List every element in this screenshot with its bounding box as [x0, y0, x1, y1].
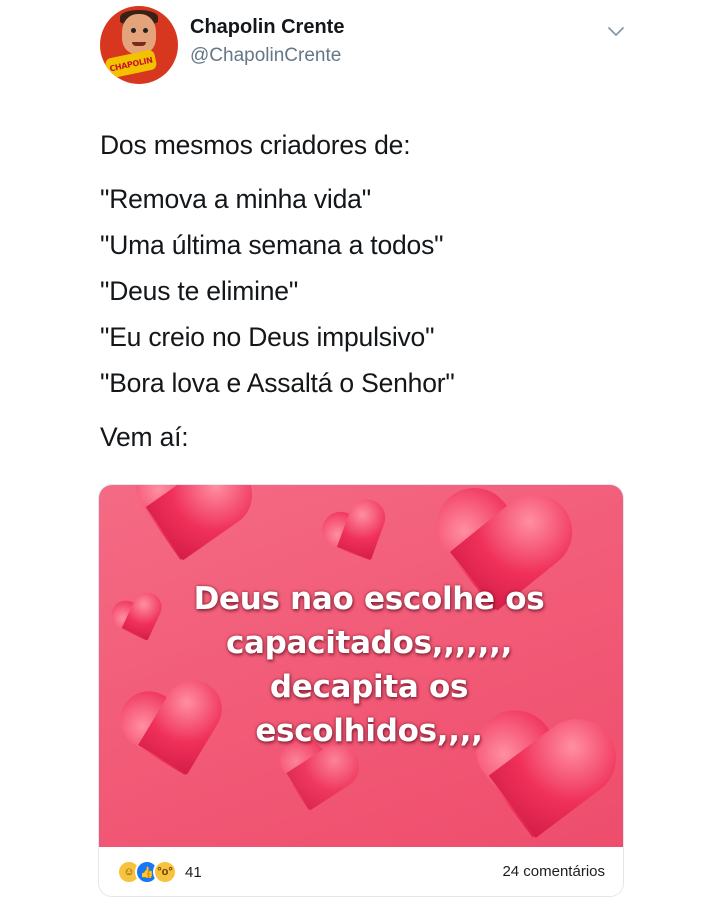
avatar-mouth: [132, 42, 146, 46]
display-name[interactable]: Chapolin Crente: [190, 16, 344, 39]
avatar-eye: [143, 28, 148, 33]
tweet-text: Dos mesmos criadores de: "Remova a minha…: [100, 122, 660, 460]
tweet-line: "Remova a minha vida": [100, 184, 371, 214]
heart-decoration: [314, 494, 407, 587]
embedded-post-card[interactable]: Deus nao escolhe os capacitados,,,,,,, d…: [98, 484, 624, 897]
avatar-eye: [131, 28, 136, 33]
caption-line: escolhidos,,,,: [255, 713, 483, 749]
tweet-line: "Uma última semana a todos": [100, 230, 444, 260]
post-footer: ☺ 👍 °o° 41 24 comentários: [99, 847, 623, 896]
avatar-face: [122, 14, 156, 54]
comments-count[interactable]: 24 comentários: [502, 863, 605, 880]
caption-line: decapita os: [269, 669, 469, 705]
tweet-line: "Bora lova e Assaltá o Senhor": [100, 368, 455, 398]
wow-reaction-icon: °o°: [153, 860, 177, 884]
tweet-line: Vem aí:: [100, 422, 189, 452]
reactions-summary[interactable]: ☺ 👍 °o° 41: [117, 860, 202, 884]
tweet-line: Dos mesmos criadores de:: [100, 130, 411, 160]
user-handle[interactable]: @ChapolinCrente: [190, 45, 341, 67]
chevron-down-icon[interactable]: [606, 24, 626, 40]
avatar-logo: CHAPOLIN: [104, 49, 158, 79]
caption-line: Deus nao escolhe os: [193, 581, 545, 617]
reaction-count: 41: [185, 863, 202, 881]
avatar[interactable]: CHAPOLIN: [100, 6, 178, 84]
caption-line: capacitados,,,,,,,: [225, 625, 513, 661]
tweet-line: "Deus te elimine": [100, 276, 299, 306]
post-image[interactable]: Deus nao escolhe os capacitados,,,,,,, d…: [99, 485, 623, 847]
tweet-line: "Eu creio no Deus impulsivo": [100, 322, 435, 352]
image-caption: Deus nao escolhe os capacitados,,,,,,, d…: [149, 577, 589, 753]
